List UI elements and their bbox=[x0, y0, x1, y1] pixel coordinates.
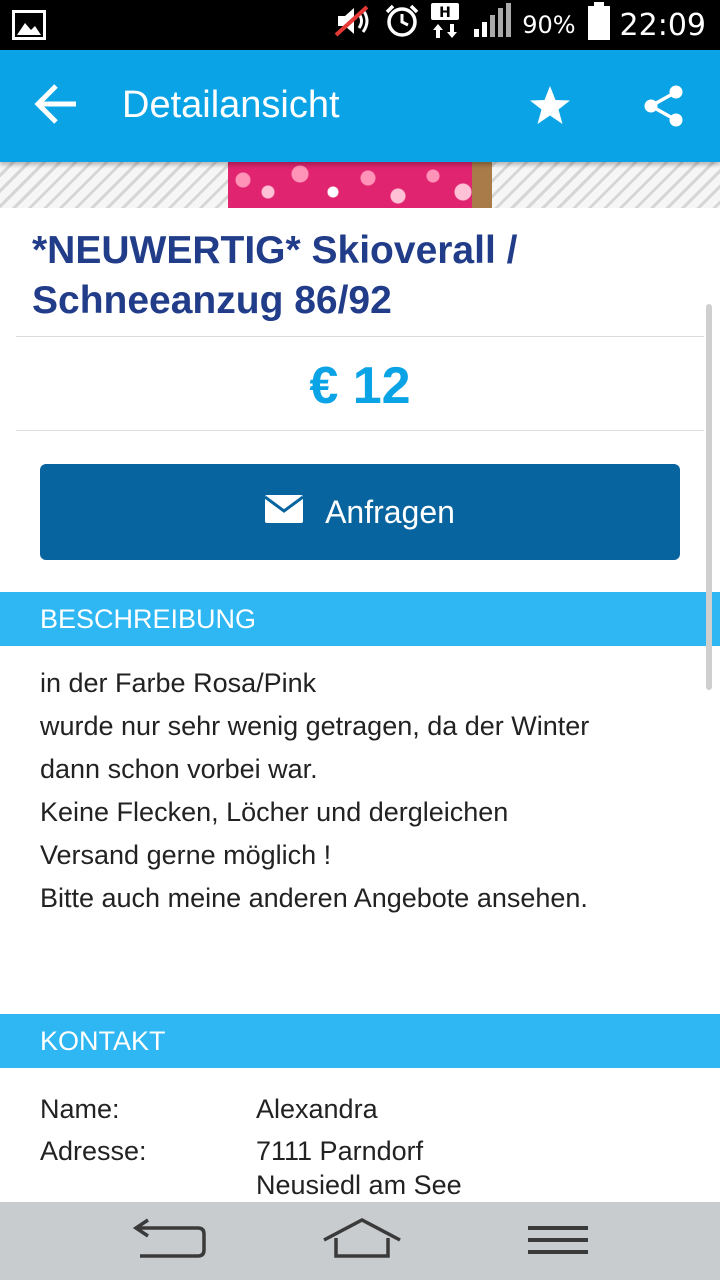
clock: 22:09 bbox=[619, 7, 706, 43]
signal-icon bbox=[472, 3, 512, 47]
contact-header: KONTAKT bbox=[0, 1014, 720, 1068]
home-nav-icon[interactable] bbox=[322, 1216, 402, 1271]
description-line: Versand gerne möglich ! bbox=[40, 840, 332, 870]
divider bbox=[16, 430, 704, 431]
share-icon[interactable] bbox=[642, 84, 686, 133]
navigation-bar bbox=[0, 1202, 720, 1280]
menu-nav-icon[interactable] bbox=[526, 1216, 590, 1271]
alarm-icon bbox=[384, 3, 420, 47]
ask-button-label: Anfragen bbox=[325, 493, 455, 530]
status-bar: H 90% 22:09 bbox=[0, 0, 720, 50]
description-line: in der Farbe Rosa/Pink bbox=[40, 668, 317, 698]
divider bbox=[16, 336, 704, 337]
app-bar: Detailansicht bbox=[0, 50, 720, 162]
contact-name-label: Name: bbox=[40, 1094, 120, 1124]
network-h-icon: H bbox=[430, 2, 462, 48]
contact-address-line1: 7111 Parndorf bbox=[256, 1136, 424, 1166]
svg-text:H: H bbox=[439, 5, 451, 21]
listing-title: *NEUWERTIG* Skioverall / Schneeanzug 86/… bbox=[32, 229, 518, 322]
star-icon[interactable] bbox=[528, 84, 572, 133]
image-icon bbox=[12, 10, 46, 45]
description-header: BESCHREIBUNG bbox=[0, 592, 720, 646]
scrollbar[interactable] bbox=[706, 304, 712, 690]
mail-icon bbox=[264, 494, 304, 531]
back-nav-icon[interactable] bbox=[132, 1216, 206, 1271]
description-text: in der Farbe Rosa/Pink wurde nur sehr we… bbox=[40, 662, 680, 920]
listing-price: € 12 bbox=[309, 357, 411, 415]
app-bar-title: Detailansicht bbox=[122, 84, 340, 126]
battery-percent: 90% bbox=[522, 11, 576, 39]
listing-image-gallery[interactable] bbox=[0, 162, 720, 208]
contact-name-value: Alexandra bbox=[256, 1094, 378, 1124]
listing-photo[interactable] bbox=[228, 162, 492, 208]
battery-icon bbox=[587, 2, 610, 48]
ask-button[interactable]: Anfragen bbox=[40, 464, 680, 560]
description-line: Keine Flecken, Löcher und dergleichen bbox=[40, 797, 509, 827]
description-line: Bitte auch meine anderen Angebote ansehe… bbox=[40, 883, 588, 913]
back-arrow-icon[interactable] bbox=[34, 82, 78, 131]
muted-volume-icon bbox=[334, 4, 374, 46]
description-line: wurde nur sehr wenig getragen, da der Wi… bbox=[40, 711, 590, 741]
description-line: dann schon vorbei war. bbox=[40, 754, 318, 784]
contact-address-line2: Neusiedl am See bbox=[256, 1170, 462, 1200]
contact-address-label: Adresse: bbox=[40, 1136, 147, 1166]
